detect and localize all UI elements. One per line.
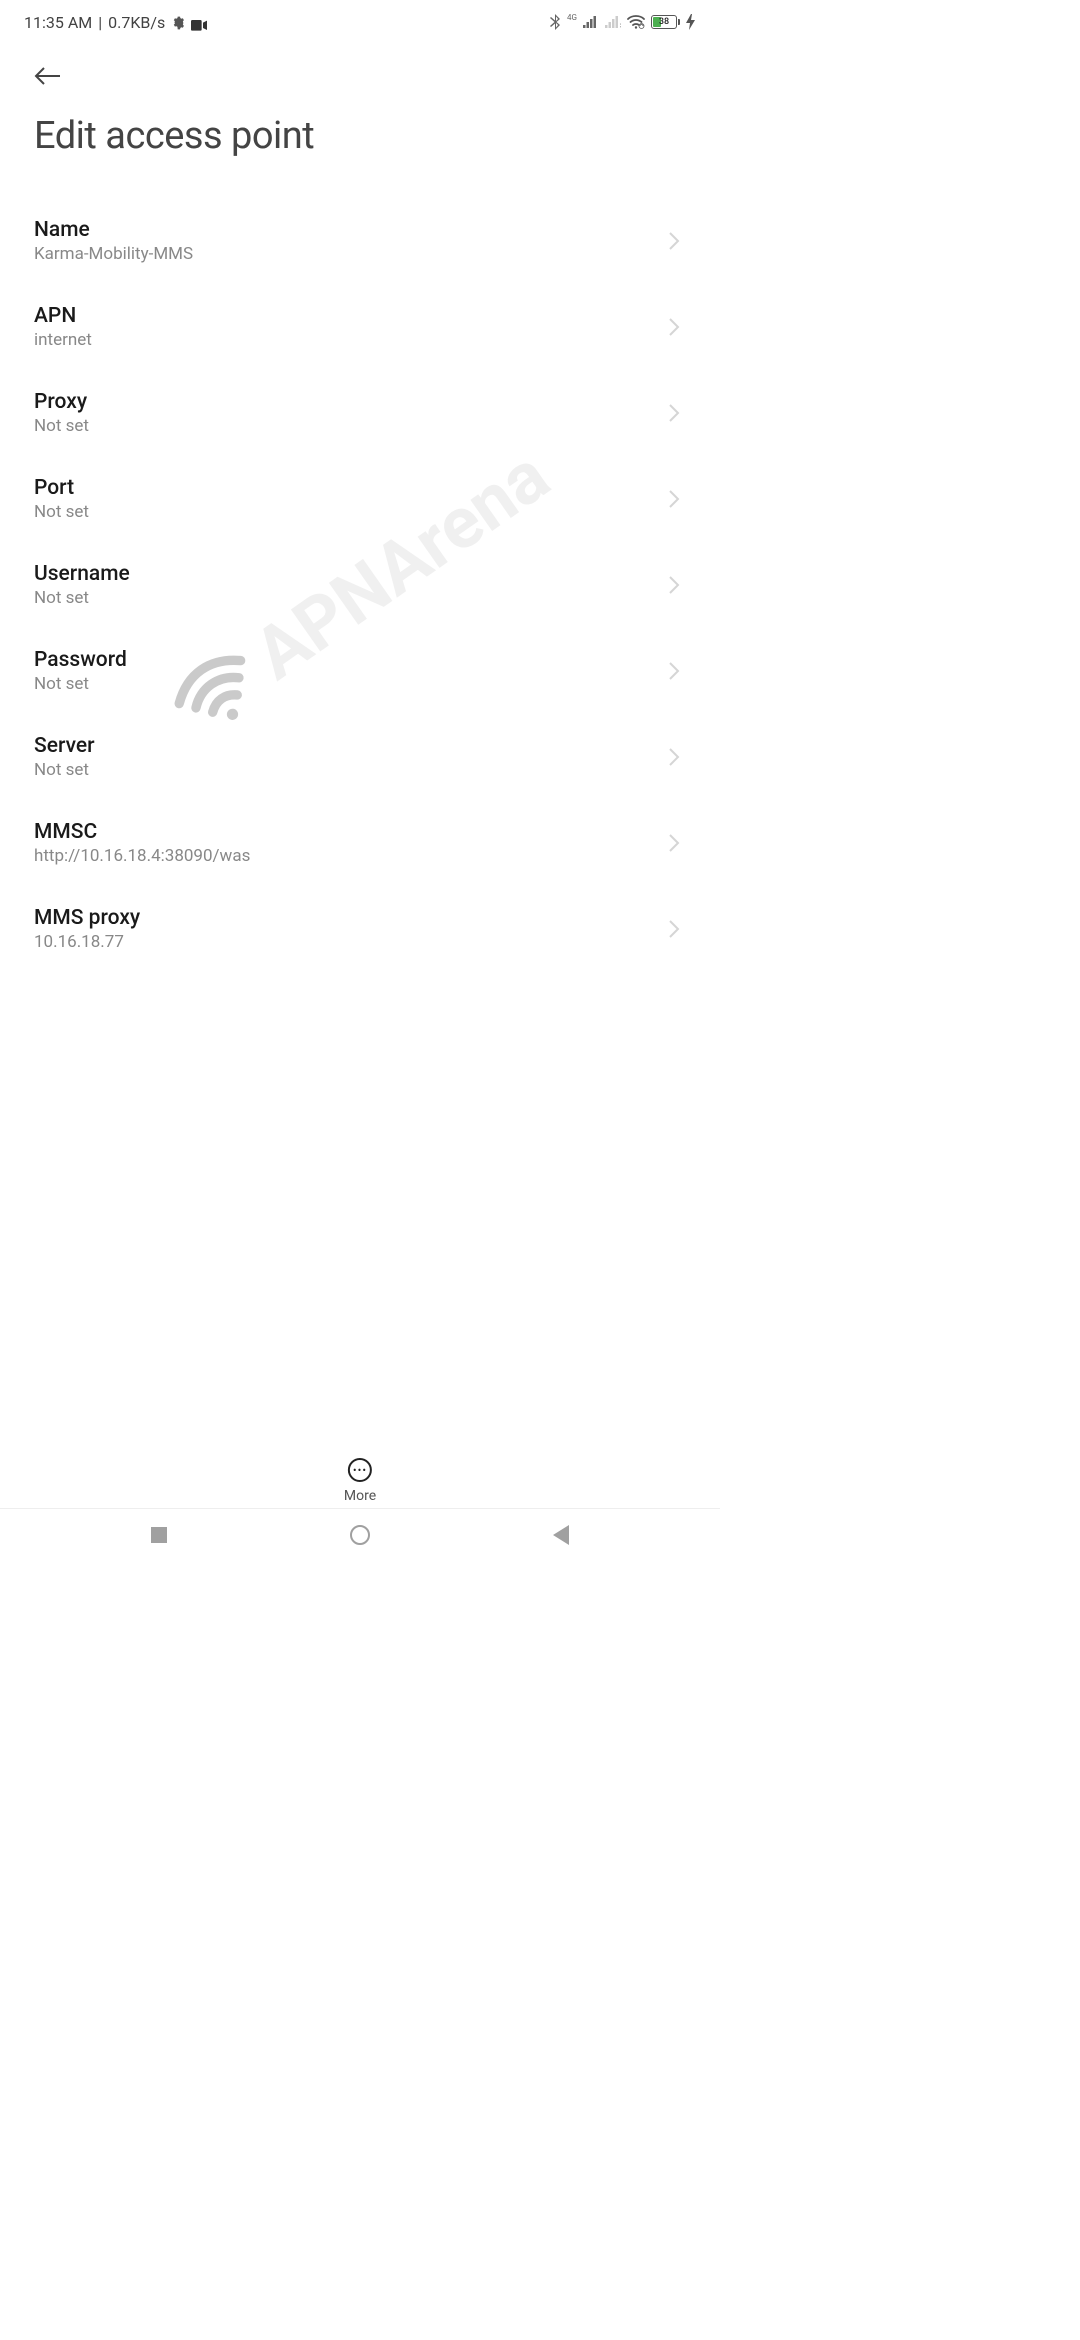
setting-value: http://10.16.18.4:38090/was xyxy=(34,846,668,866)
battery-icon: 38 xyxy=(651,15,680,29)
back-button[interactable] xyxy=(34,62,62,90)
chevron-right-icon xyxy=(668,403,680,423)
setting-apn[interactable]: APN internet xyxy=(34,284,686,370)
setting-username[interactable]: Username Not set xyxy=(34,542,686,628)
setting-label: MMSC xyxy=(34,820,668,844)
chevron-right-icon xyxy=(668,575,680,595)
setting-value: Karma-Mobility-MMS xyxy=(34,244,668,264)
nav-home-button[interactable] xyxy=(350,1525,370,1545)
settings-list: Name Karma-Mobility-MMS APN internet Pro… xyxy=(0,198,720,972)
charging-icon xyxy=(686,14,696,30)
fade-overlay xyxy=(0,1405,720,1455)
page-title: Edit access point xyxy=(34,114,686,158)
more-label: More xyxy=(344,1488,376,1504)
signal-icon-1 xyxy=(583,16,599,28)
setting-label: Password xyxy=(34,648,668,672)
wifi-icon xyxy=(627,15,645,29)
chevron-right-icon xyxy=(668,919,680,939)
setting-value: Not set xyxy=(34,502,668,522)
chevron-right-icon xyxy=(668,317,680,337)
setting-value: internet xyxy=(34,330,668,350)
chevron-right-icon xyxy=(668,747,680,767)
setting-name[interactable]: Name Karma-Mobility-MMS xyxy=(34,198,686,284)
setting-label: Name xyxy=(34,218,668,242)
network-type-label: 4G xyxy=(567,13,577,22)
settings-icon xyxy=(171,15,185,29)
setting-label: MMS proxy xyxy=(34,906,668,930)
video-icon xyxy=(191,16,207,28)
setting-label: Proxy xyxy=(34,390,668,414)
status-time: 11:35 AM xyxy=(24,13,92,32)
navigation-bar xyxy=(0,1508,720,1560)
more-icon: ••• xyxy=(348,1458,372,1482)
setting-value: Not set xyxy=(34,416,668,436)
setting-label: Username xyxy=(34,562,668,586)
setting-label: Port xyxy=(34,476,668,500)
setting-mmsc[interactable]: MMSC http://10.16.18.4:38090/was xyxy=(34,800,686,886)
chevron-right-icon xyxy=(668,231,680,251)
setting-value: 10.16.18.77 xyxy=(34,932,668,952)
setting-password[interactable]: Password Not set xyxy=(34,628,686,714)
nav-back-button[interactable] xyxy=(553,1525,569,1545)
signal-icon-2: ✕ xyxy=(605,16,621,28)
status-bar: 11:35 AM | 0.7KB/s 4G ✕ 38 xyxy=(0,0,720,44)
chevron-right-icon xyxy=(668,833,680,853)
status-speed: 0.7KB/s xyxy=(108,13,165,32)
setting-value: Not set xyxy=(34,760,668,780)
setting-value: Not set xyxy=(34,674,668,694)
nav-recents-button[interactable] xyxy=(151,1527,167,1543)
setting-value: Not set xyxy=(34,588,668,608)
setting-proxy[interactable]: Proxy Not set xyxy=(34,370,686,456)
setting-mms-proxy[interactable]: MMS proxy 10.16.18.77 xyxy=(34,886,686,972)
setting-label: APN xyxy=(34,304,668,328)
chevron-right-icon xyxy=(668,661,680,681)
more-button[interactable]: ••• More xyxy=(344,1450,376,1504)
bluetooth-icon xyxy=(549,14,561,30)
chevron-right-icon xyxy=(668,489,680,509)
setting-port[interactable]: Port Not set xyxy=(34,456,686,542)
setting-label: Server xyxy=(34,734,668,758)
svg-text:✕: ✕ xyxy=(619,22,621,28)
setting-server[interactable]: Server Not set xyxy=(34,714,686,800)
